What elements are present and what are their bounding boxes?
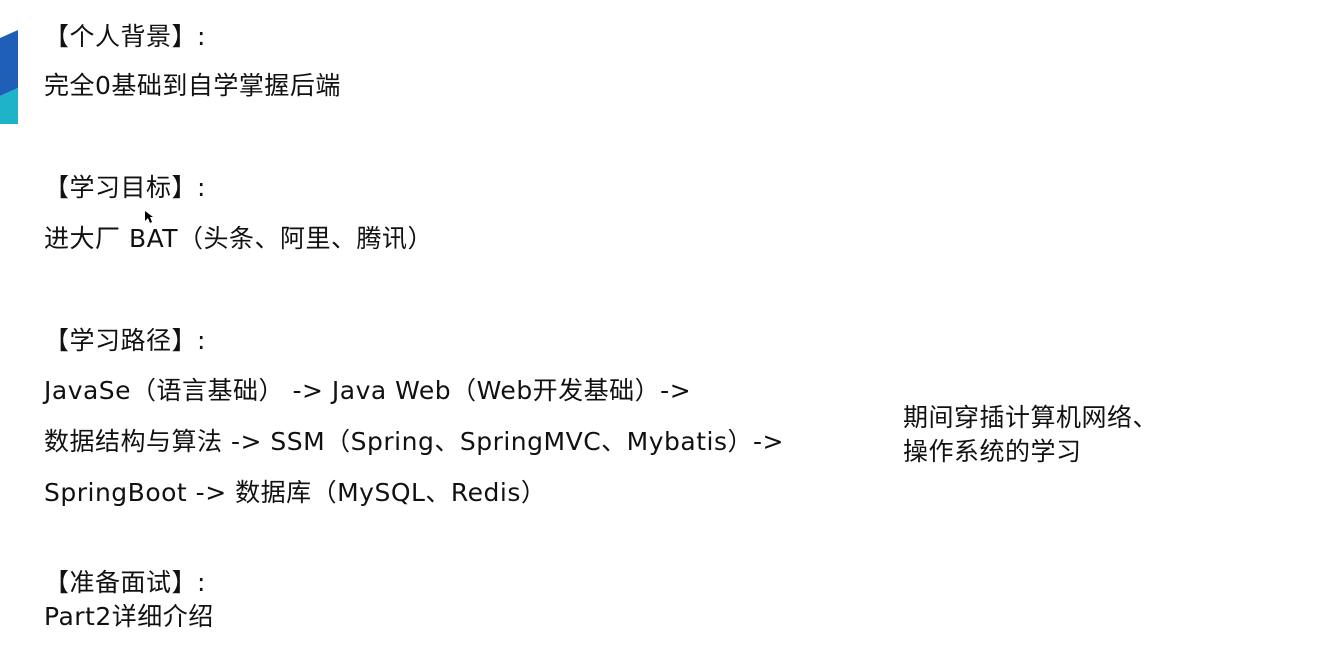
path-note-line-2: 操作系统的学习 <box>903 437 1082 466</box>
background-text: 完全0基础到自学掌握后端 <box>44 71 341 100</box>
path-line-3: SpringBoot -> 数据库（MySQL、Redis） <box>44 478 547 507</box>
path-heading: 【学习路径】: <box>44 326 206 355</box>
path-note-line-1: 期间穿插计算机网络、 <box>903 403 1159 432</box>
interview-heading: 【准备面试】: <box>44 568 206 597</box>
mouse-cursor-icon <box>145 211 153 223</box>
goal-text: 进大厂 BAT（头条、阿里、腾讯） <box>44 224 434 253</box>
path-line-1: JavaSe（语言基础） -> Java Web（Web开发基础）-> <box>44 376 692 405</box>
path-line-2: 数据结构与算法 -> SSM（Spring、SpringMVC、Mybatis）… <box>44 427 784 456</box>
slide-accent-shape <box>0 30 18 124</box>
interview-text: Part2详细介绍 <box>44 602 214 631</box>
background-heading: 【个人背景】: <box>44 22 206 51</box>
goal-heading: 【学习目标】: <box>44 173 206 202</box>
